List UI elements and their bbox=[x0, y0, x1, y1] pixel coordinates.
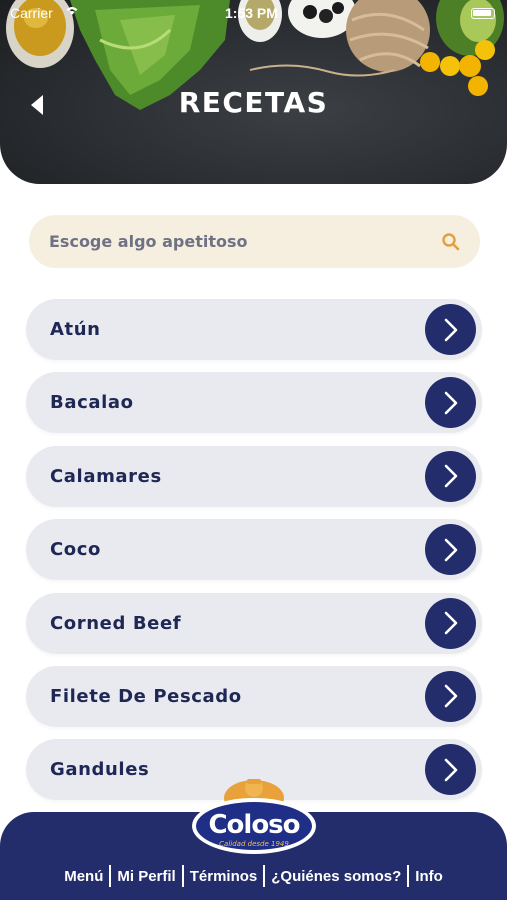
chevron-right-icon bbox=[444, 318, 457, 341]
list-item-label: Bacalao bbox=[50, 392, 134, 414]
recipe-list: Atún Bacalao Calamares Coco Corned Beef … bbox=[26, 299, 482, 813]
footer-link-info[interactable]: Info bbox=[409, 868, 449, 885]
list-item-label: Filete De Pescado bbox=[50, 685, 242, 707]
header-banner: Carrier 1:53 PM RECETAS bbox=[0, 0, 507, 184]
arrow-button[interactable] bbox=[425, 304, 476, 355]
list-item-atun[interactable]: Atún bbox=[26, 299, 482, 360]
arrow-button[interactable] bbox=[425, 670, 476, 722]
chevron-right-icon bbox=[444, 391, 457, 415]
arrow-button[interactable] bbox=[425, 597, 476, 649]
arrow-button[interactable] bbox=[425, 377, 476, 429]
footer-nav: Menú Mi Perfil Términos ¿Quiénes somos? … bbox=[0, 862, 507, 890]
arrow-button[interactable] bbox=[425, 744, 476, 796]
arrow-button[interactable] bbox=[425, 450, 476, 502]
footer-link-about[interactable]: ¿Quiénes somos? bbox=[265, 868, 407, 885]
list-item-filete-de-pescado[interactable]: Filete De Pescado bbox=[26, 665, 482, 727]
footer-link-terms[interactable]: Términos bbox=[184, 868, 264, 885]
footer-link-menu[interactable]: Menú bbox=[58, 868, 109, 885]
clock-time: 1:53 PM bbox=[225, 5, 278, 21]
search-bar[interactable] bbox=[29, 215, 480, 268]
wifi-icon bbox=[64, 3, 80, 20]
list-item-bacalao[interactable]: Bacalao bbox=[26, 372, 482, 434]
list-item-coco[interactable]: Coco bbox=[26, 519, 482, 581]
status-bar: Carrier 1:53 PM bbox=[0, 0, 507, 26]
list-item-label: Corned Beef bbox=[50, 612, 182, 634]
page-title: RECETAS bbox=[178, 86, 329, 119]
coloso-logo: Coloso Calidad desde 1949 bbox=[190, 776, 318, 856]
search-input[interactable] bbox=[49, 232, 440, 251]
arrow-button[interactable] bbox=[425, 524, 476, 576]
search-icon[interactable] bbox=[440, 231, 462, 253]
chevron-right-icon bbox=[444, 758, 457, 782]
chevron-right-icon bbox=[444, 611, 457, 635]
svg-text:Calidad desde 1949: Calidad desde 1949 bbox=[219, 840, 289, 848]
footer-link-profile[interactable]: Mi Perfil bbox=[111, 868, 181, 885]
list-item-corned-beef[interactable]: Corned Beef bbox=[26, 592, 482, 654]
chevron-right-icon bbox=[444, 464, 457, 488]
list-item-calamares[interactable]: Calamares bbox=[26, 445, 482, 507]
battery-icon bbox=[471, 8, 495, 19]
list-item-label: Gandules bbox=[50, 759, 150, 781]
chevron-right-icon bbox=[444, 538, 457, 561]
list-item-label: Atún bbox=[50, 319, 101, 340]
carrier-label: Carrier bbox=[10, 5, 53, 21]
chevron-right-icon bbox=[444, 685, 457, 708]
svg-text:Coloso: Coloso bbox=[208, 810, 299, 840]
list-item-label: Coco bbox=[50, 539, 102, 561]
list-item-label: Calamares bbox=[50, 465, 162, 487]
